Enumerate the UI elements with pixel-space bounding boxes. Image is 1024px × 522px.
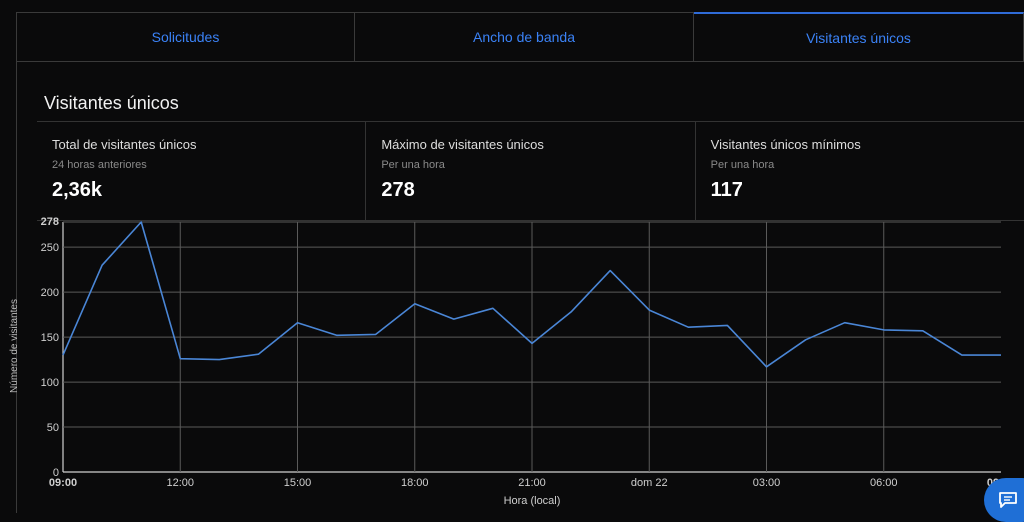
y-tick-label: 50 (47, 422, 59, 434)
x-tick-label: dom 22 (631, 477, 668, 489)
x-tick-label: 12:00 (166, 477, 194, 489)
y-tick-label: 150 (41, 332, 59, 344)
y-tick-label: 250 (41, 242, 59, 254)
y-tick-label: 100 (41, 377, 59, 389)
x-axis: 09:00 12:00 15:00 18:00 21:00 dom 22 03:00 06:0… (49, 477, 1015, 489)
x-axis-label: Hora (local) (504, 495, 561, 507)
x-tick-label: 18:00 (401, 477, 429, 489)
visitors-line-chart: 050100150200250278 09:0012:0015:0018:002… (0, 0, 1024, 513)
y-tick-label: 200 (41, 287, 59, 299)
y-axis: 050100150200250278 (41, 216, 59, 479)
chart-grid (63, 222, 1001, 472)
x-tick-label: 03:00 (753, 477, 781, 489)
x-tick-label: 09:00 (49, 477, 77, 489)
chat-button[interactable] (984, 478, 1024, 522)
x-tick-label: 06:00 (870, 477, 898, 489)
y-tick-label: 278 (41, 216, 59, 228)
x-tick-label: 21:00 (518, 477, 546, 489)
x-tick-label: 15:00 (284, 477, 312, 489)
chat-icon (998, 491, 1018, 509)
y-axis-label: Número de visitantes (9, 299, 20, 393)
